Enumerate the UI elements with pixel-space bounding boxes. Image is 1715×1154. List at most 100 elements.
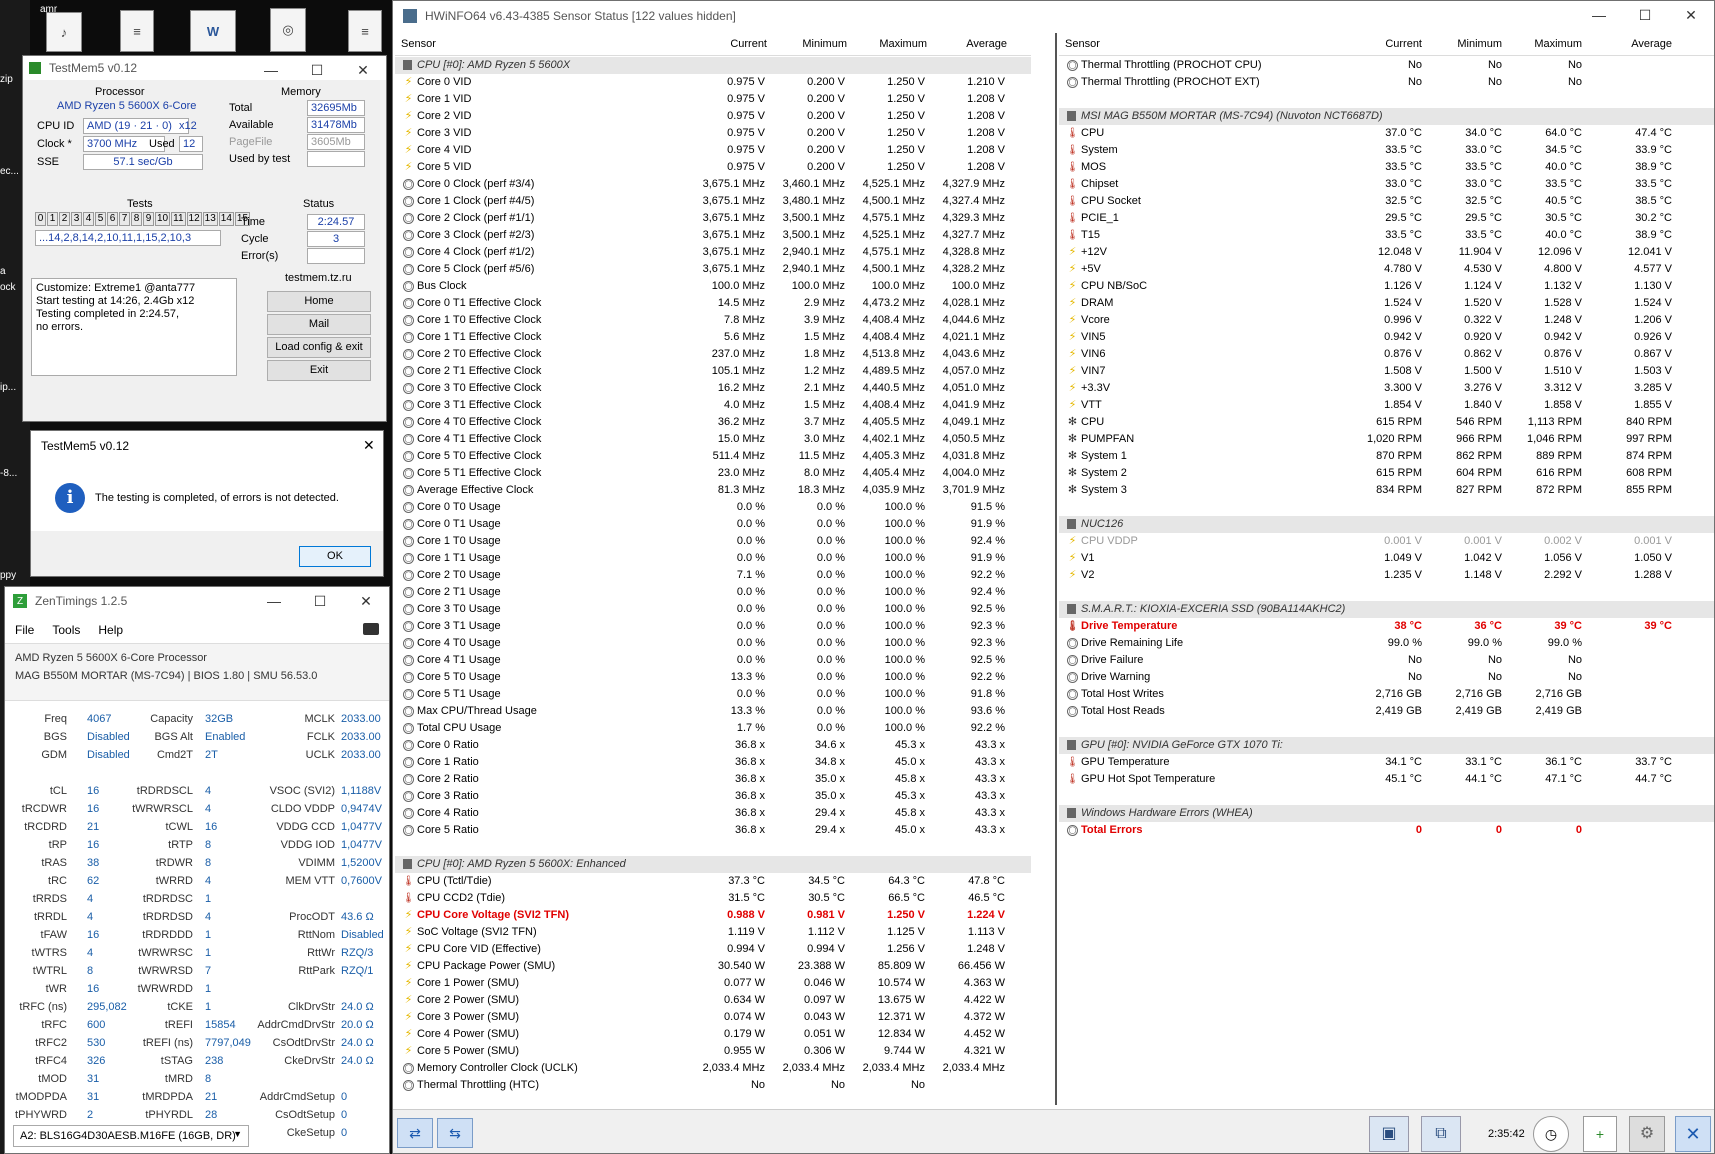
col-minimum[interactable]: Minimum [1457,38,1502,50]
menu-help[interactable]: Help [98,623,123,637]
sensor-row[interactable]: ◯ Thermal Throttling (PROCHOT CPU) No No No [1059,57,1714,74]
document-icon[interactable]: ≡ [120,10,154,52]
sensor-row[interactable]: 🌡 CPU CCD2 (Tdie) 31.5 °C 30.5 °C 66.5 °C 46.… [395,890,1031,907]
sensor-row[interactable]: 🌡 CPU (Tctl/Tdie) 37.3 °C 34.5 °C 64.3 °C 47.… [395,873,1031,890]
module-select[interactable]: A2: BLS16G4D30AESB.M16FE (16GB, DR) ▼ [13,1125,249,1147]
sensor-row[interactable]: ⚡ CPU VDDP 0.001 V 0.001 V 0.002 V 0.001 V [1059,533,1714,550]
sensor-row[interactable]: ✻ CPU 615 RPM 546 RPM 1,113 RPM 840 RPM [1059,414,1714,431]
sensor-row[interactable]: ◯ Core 2 T0 Usage 7.1 % 0.0 % 100.0 % 92.2 % [395,567,1031,584]
col-sensor[interactable]: Sensor [1065,38,1100,50]
sensor-group-header[interactable]: S.M.A.R.T.: KIOXIA-EXCERIA SSD (90BA114A… [1059,601,1714,618]
sensor-row[interactable]: ⚡ Core 4 VID 0.975 V 0.200 V 1.250 V 1.208 V [395,142,1031,159]
exit-button[interactable]: Exit [267,360,371,381]
sensor-row[interactable]: ◯ Core 1 T1 Usage 0.0 % 0.0 % 100.0 % 91.9 % [395,550,1031,567]
sensor-row[interactable]: ◯ Core 1 T1 Effective Clock 5.6 MHz 1.5 MHz… [395,329,1031,346]
maximize-button[interactable]: ☐ [294,56,340,84]
sensor-row[interactable]: ◯ Core 3 T0 Usage 0.0 % 0.0 % 100.0 % 92.5 % [395,601,1031,618]
close-button[interactable]: ✕ [340,56,386,84]
sensor-row[interactable]: ◯ Thermal Throttling (PROCHOT EXT) No No No [1059,74,1714,91]
sensor-pane-left[interactable]: Sensor Current Minimum Maximum Average C… [395,33,1031,1105]
sensor-row[interactable]: ◯ Core 4 Clock (perf #1/2) 3,675.1 MHz 2,94… [395,244,1031,261]
sensor-row[interactable]: 🌡 Drive Temperature 38 °C 36 °C 39 °C 39 °C [1059,618,1714,635]
network-icon[interactable]: ⧉ [1421,1116,1461,1152]
sensor-row[interactable]: ◯ Core 5 Ratio 36.8 x 29.4 x 45.0 x 43.3 x [395,822,1031,839]
sensor-row[interactable]: ◯ Total CPU Usage 1.7 % 0.0 % 100.0 % 92.2 % [395,720,1031,737]
sensor-row[interactable]: ◯ Core 5 T1 Usage 0.0 % 0.0 % 100.0 % 91.8 % [395,686,1031,703]
sensor-row[interactable]: ⚡ VTT 1.854 V 1.840 V 1.858 V 1.855 V [1059,397,1714,414]
ok-button[interactable]: OK [299,546,371,567]
sensor-row[interactable]: ⚡ CPU Core Voltage (SVI2 TFN) 0.988 V 0.981… [395,907,1031,924]
sensor-row[interactable]: ✻ PUMPFAN 1,020 RPM 966 RPM 1,046 RPM 997 RPM [1059,431,1714,448]
sensor-row[interactable]: ◯ Total Host Writes 2,716 GB 2,716 GB 2,716 … [1059,686,1714,703]
col-current[interactable]: Current [1385,38,1422,50]
site-link[interactable]: testmem.tz.ru [285,272,352,284]
sensor-row[interactable]: ◯ Core 1 T0 Effective Clock 7.8 MHz 3.9 MHz… [395,312,1031,329]
sensor-row[interactable]: ◯ Average Effective Clock 81.3 MHz 18.3 MHz… [395,482,1031,499]
sensor-group-header[interactable]: GPU [#0]: NVIDIA GeForce GTX 1070 Ti: [1059,737,1714,754]
sensor-row[interactable]: ◯ Core 2 Clock (perf #1/1) 3,675.1 MHz 3,50… [395,210,1031,227]
sensor-row[interactable]: ⚡ DRAM 1.524 V 1.520 V 1.528 V 1.524 V [1059,295,1714,312]
text-file-icon[interactable]: ≡ [348,10,382,52]
sensor-row[interactable]: ⚡ +5V 4.780 V 4.530 V 4.800 V 4.577 V [1059,261,1714,278]
sensor-row[interactable]: 🌡 GPU Temperature 34.1 °C 33.1 °C 36.1 °C 33.… [1059,754,1714,771]
sensor-row[interactable]: ◯ Total Errors 0 0 0 [1059,822,1714,839]
arrows-expand-icon[interactable]: ⇄ [397,1118,433,1148]
sensor-row[interactable]: ◯ Core 4 T1 Usage 0.0 % 0.0 % 100.0 % 92.5 % [395,652,1031,669]
sensor-row[interactable]: ◯ Total Host Reads 2,419 GB 2,419 GB 2,419 G… [1059,703,1714,720]
close-button[interactable]: ✕ [1668,1,1714,29]
dialog-close-button[interactable]: ✕ [363,437,375,454]
menu-file[interactable]: File [15,623,34,637]
sensor-group-header[interactable]: NUC126 [1059,516,1714,533]
sensor-row[interactable]: 🌡 CPU Socket 32.5 °C 32.5 °C 40.5 °C 38.5 °C [1059,193,1714,210]
maximize-button[interactable]: ☐ [1622,1,1668,29]
close-icon[interactable]: ✕ [1675,1116,1711,1152]
sensor-row[interactable]: ◯ Drive Remaining Life 99.0 % 99.0 % 99.0 % [1059,635,1714,652]
sensor-row[interactable]: ✻ System 1 870 RPM 862 RPM 889 RPM 874 RPM [1059,448,1714,465]
sensor-row[interactable]: 🌡 CPU 37.0 °C 34.0 °C 64.0 °C 47.4 °C [1059,125,1714,142]
home-button[interactable]: Home [267,291,371,312]
sensor-row[interactable]: ⚡ VIN7 1.508 V 1.500 V 1.510 V 1.503 V [1059,363,1714,380]
sensor-row[interactable]: 🌡 Chipset 33.0 °C 33.0 °C 33.5 °C 33.5 °C [1059,176,1714,193]
sensor-row[interactable]: 🌡 System 33.5 °C 33.0 °C 34.5 °C 33.9 °C [1059,142,1714,159]
sensor-group-header[interactable]: CPU [#0]: AMD Ryzen 5 5600X: Enhanced [395,856,1031,873]
sensor-row[interactable]: ◯ Drive Warning No No No [1059,669,1714,686]
sensor-row[interactable]: ◯ Core 3 T1 Effective Clock 4.0 MHz 1.5 MHz… [395,397,1031,414]
sensor-row[interactable]: ⚡ +3.3V 3.300 V 3.276 V 3.312 V 3.285 V [1059,380,1714,397]
sensor-row[interactable]: ◯ Core 2 T0 Effective Clock 237.0 MHz 1.8 M… [395,346,1031,363]
sensor-row[interactable]: ⚡ Core 5 VID 0.975 V 0.200 V 1.250 V 1.208 V [395,159,1031,176]
sensor-row[interactable]: ⚡ Core 0 VID 0.975 V 0.200 V 1.250 V 1.210 V [395,74,1031,91]
menu-tools[interactable]: Tools [52,623,80,637]
sensor-row[interactable]: ◯ Core 1 Ratio 36.8 x 34.8 x 45.0 x 43.3 x [395,754,1031,771]
sensor-row[interactable]: ⚡ Core 2 Power (SMU) 0.634 W 0.097 W 13.675 … [395,992,1031,1009]
sensor-row[interactable]: ⚡ V2 1.235 V 1.148 V 2.292 V 1.288 V [1059,567,1714,584]
sensor-group-header[interactable]: MSI MAG B550M MORTAR (MS-7C94) (Nuvoton … [1059,108,1714,125]
gear-icon[interactable]: ⚙ [1629,1116,1665,1152]
sensor-row[interactable]: ◯ Core 0 Clock (perf #3/4) 3,675.1 MHz 3,46… [395,176,1031,193]
sensor-row[interactable]: ⚡ Core 2 VID 0.975 V 0.200 V 1.250 V 1.208 V [395,108,1031,125]
minimize-button[interactable]: — [248,56,294,84]
col-average[interactable]: Average [1631,38,1672,50]
sensor-row[interactable]: ⚡ CPU NB/SoC 1.126 V 1.124 V 1.132 V 1.130 V [1059,278,1714,295]
sensor-row[interactable]: ◯ Core 4 T1 Effective Clock 15.0 MHz 3.0 MH… [395,431,1031,448]
sensor-row[interactable]: ◯ Core 3 Ratio 36.8 x 35.0 x 45.3 x 43.3 x [395,788,1031,805]
pane-divider[interactable] [1055,33,1057,1105]
sensor-row[interactable]: ◯ Core 2 T1 Effective Clock 105.1 MHz 1.2 M… [395,363,1031,380]
sensor-row[interactable]: ◯ Core 3 T0 Effective Clock 16.2 MHz 2.1 MH… [395,380,1031,397]
sensor-group-header[interactable]: Windows Hardware Errors (WHEA) [1059,805,1714,822]
col-sensor[interactable]: Sensor [401,38,436,50]
screenshot-camera-icon[interactable] [363,623,379,635]
minimize-button[interactable]: — [1576,1,1622,29]
sensor-row[interactable]: ◯ Core 5 T0 Usage 13.3 % 0.0 % 100.0 % 92.2 % [395,669,1031,686]
sensor-row[interactable]: 🌡 GPU Hot Spot Temperature 45.1 °C 44.1 °C 4… [1059,771,1714,788]
sensor-row[interactable]: ◯ Core 1 Clock (perf #4/5) 3,675.1 MHz 3,48… [395,193,1031,210]
word-document-icon[interactable]: W [190,10,236,52]
html-file-icon[interactable]: ◎ [270,8,306,52]
monitor-icon[interactable]: ▣ [1369,1116,1409,1152]
sensor-row[interactable]: ⚡ Core 1 VID 0.975 V 0.200 V 1.250 V 1.208 V [395,91,1031,108]
music-file-icon[interactable]: ♪ [46,12,82,52]
col-average[interactable]: Average [966,38,1007,50]
col-current[interactable]: Current [730,38,767,50]
sensor-row[interactable]: ⚡ Core 1 Power (SMU) 0.077 W 0.046 W 10.574 … [395,975,1031,992]
mail-button[interactable]: Mail [267,314,371,335]
sensor-row[interactable]: ◯ Bus Clock 100.0 MHz 100.0 MHz 100.0 MHz 100… [395,278,1031,295]
